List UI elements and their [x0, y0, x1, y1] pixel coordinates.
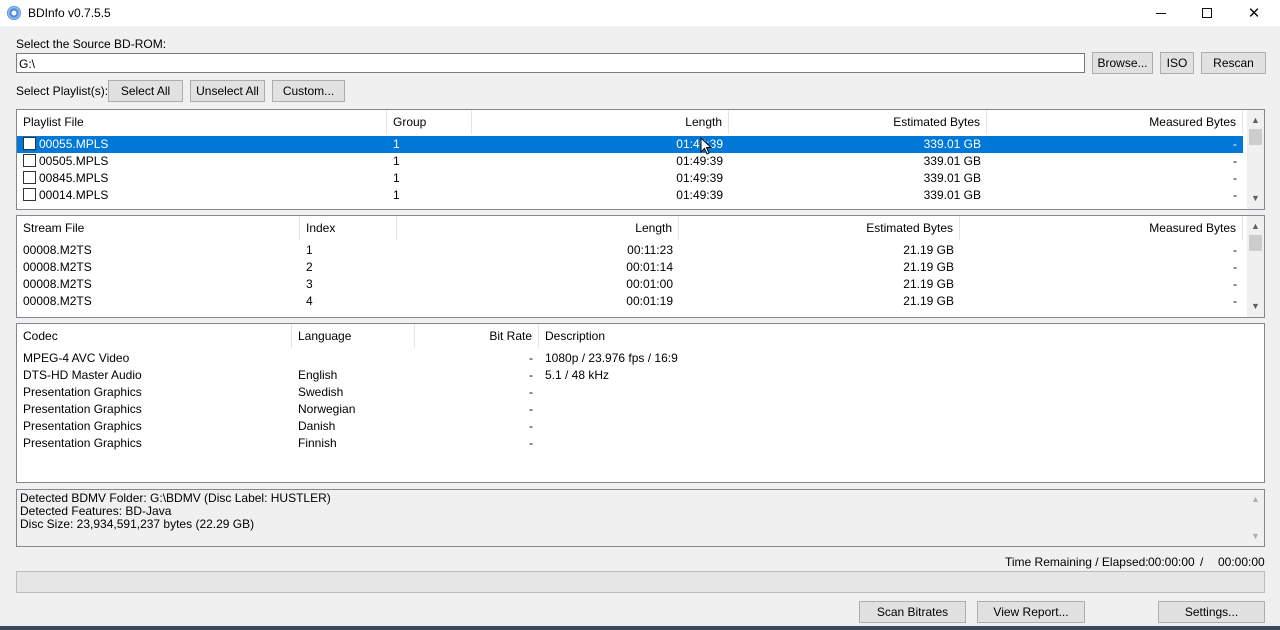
playlist-label: Select Playlist(s):	[16, 84, 109, 98]
maximize-icon	[1202, 8, 1212, 18]
stream-rows: 00008.M2TS 1 00:11:23 21.19 GB - 00008.M…	[17, 242, 1243, 310]
view-report-button[interactable]: View Report...	[977, 601, 1085, 623]
close-icon: ✕	[1247, 5, 1261, 22]
scroll-thumb[interactable]	[1249, 235, 1262, 251]
minimize-button[interactable]	[1138, 0, 1184, 26]
cursor-icon	[700, 137, 712, 155]
col-playlist-file[interactable]: Playlist File	[17, 110, 387, 134]
checkbox[interactable]	[23, 137, 36, 151]
close-button[interactable]: ✕	[1231, 0, 1277, 26]
scroll-up-icon[interactable]: ▲	[1247, 218, 1264, 235]
disc-icon	[7, 6, 21, 20]
col-stream-file[interactable]: Stream File	[17, 216, 300, 240]
col-index[interactable]: Index	[300, 216, 397, 240]
playlist-scrollbar[interactable]: ▲ ▼	[1247, 110, 1264, 209]
scroll-down-icon[interactable]: ▼	[1247, 528, 1264, 545]
report-log[interactable]: Detected BDMV Folder: G:\BDMV (Disc Labe…	[16, 489, 1265, 547]
custom-button[interactable]: Custom...	[272, 80, 345, 102]
rescan-button[interactable]: Rescan	[1201, 52, 1266, 74]
table-row[interactable]: MPEG-4 AVC Video - 1080p / 23.976 fps / …	[17, 350, 1039, 367]
table-row[interactable]: 00008.M2TS 3 00:01:00 21.19 GB -	[17, 276, 1243, 293]
table-row[interactable]: 00055.MPLS 1 01:49:39 339.01 GB -	[17, 136, 1243, 153]
table-row[interactable]: 00014.MPLS 1 01:49:39 339.01 GB -	[17, 187, 1243, 204]
table-row[interactable]: 00845.MPLS 1 01:49:39 339.01 GB -	[17, 170, 1243, 187]
minimize-icon	[1156, 12, 1166, 14]
scroll-down-icon[interactable]: ▼	[1247, 190, 1264, 207]
time-elapsed: 00:00:00	[1218, 555, 1265, 569]
playlist-list[interactable]: Playlist File Group Length Estimated Byt…	[16, 109, 1265, 210]
time-label: Time Remaining / Elapsed:	[1005, 555, 1149, 569]
col-length[interactable]: Length	[472, 110, 729, 134]
settings-button[interactable]: Settings...	[1158, 601, 1265, 623]
col-group[interactable]: Group	[387, 110, 472, 134]
col-language[interactable]: Language	[292, 324, 415, 348]
playlist-header: Playlist File Group Length Estimated Byt…	[17, 110, 1243, 134]
scan-bitrates-button[interactable]: Scan Bitrates	[859, 601, 966, 623]
col-description[interactable]: Description	[539, 324, 1039, 348]
scroll-down-icon[interactable]: ▼	[1247, 298, 1264, 315]
progress-bar	[16, 571, 1265, 593]
log-line: Disc Size: 23,934,591,237 bytes (22.29 G…	[20, 517, 255, 531]
taskbar-edge	[0, 626, 1280, 630]
stream-header: Stream File Index Length Estimated Bytes…	[17, 216, 1243, 240]
table-row[interactable]: 00008.M2TS 4 00:01:19 21.19 GB -	[17, 293, 1243, 310]
window-title: BDInfo v0.7.5.5	[28, 6, 111, 20]
table-row[interactable]: 00008.M2TS 1 00:11:23 21.19 GB -	[17, 242, 1243, 259]
iso-button[interactable]: ISO	[1160, 52, 1194, 74]
checkbox[interactable]	[23, 171, 36, 185]
scroll-thumb[interactable]	[1249, 129, 1262, 145]
log-scrollbar[interactable]: ▲ ▼	[1247, 490, 1264, 546]
col-codec[interactable]: Codec	[17, 324, 292, 348]
table-row[interactable]: DTS-HD Master Audio English - 5.1 / 48 k…	[17, 367, 1039, 384]
time-remaining: 00:00:00	[1148, 555, 1195, 569]
col-estimated-bytes[interactable]: Estimated Bytes	[729, 110, 987, 134]
codec-header: Codec Language Bit Rate Description	[17, 324, 1039, 348]
table-row[interactable]: 00505.MPLS 1 01:49:39 339.01 GB -	[17, 153, 1243, 170]
stream-list[interactable]: Stream File Index Length Estimated Bytes…	[16, 215, 1265, 318]
browse-button[interactable]: Browse...	[1092, 52, 1153, 74]
codec-list[interactable]: Codec Language Bit Rate Description MPEG…	[16, 323, 1265, 483]
codec-rows: MPEG-4 AVC Video - 1080p / 23.976 fps / …	[17, 350, 1039, 452]
scroll-up-icon[interactable]: ▲	[1247, 491, 1264, 508]
select-all-button[interactable]: Select All	[108, 80, 183, 102]
table-row[interactable]: Presentation Graphics Swedish -	[17, 384, 1039, 401]
checkbox[interactable]	[23, 154, 36, 168]
table-row[interactable]: Presentation Graphics Finnish -	[17, 435, 1039, 452]
maximize-button[interactable]	[1184, 0, 1230, 26]
title-bar: BDInfo v0.7.5.5 ✕	[0, 0, 1280, 26]
source-path-input[interactable]: G:\	[16, 53, 1085, 73]
stream-scrollbar[interactable]: ▲ ▼	[1247, 216, 1264, 317]
col-stream-length[interactable]: Length	[397, 216, 679, 240]
log-line: Detected BDMV Folder: G:\BDMV (Disc Labe…	[20, 491, 331, 505]
col-stream-measured[interactable]: Measured Bytes	[960, 216, 1243, 240]
col-bit-rate[interactable]: Bit Rate	[415, 324, 539, 348]
table-row[interactable]: 00008.M2TS 2 00:01:14 21.19 GB -	[17, 259, 1243, 276]
time-separator: /	[1200, 555, 1204, 569]
source-label: Select the Source BD-ROM:	[16, 37, 167, 51]
playlist-rows: 00055.MPLS 1 01:49:39 339.01 GB - 00505.…	[17, 136, 1243, 204]
table-row[interactable]: Presentation Graphics Norwegian -	[17, 401, 1039, 418]
checkbox[interactable]	[23, 188, 36, 202]
table-row[interactable]: Presentation Graphics Danish -	[17, 418, 1039, 435]
unselect-all-button[interactable]: Unselect All	[190, 80, 265, 102]
scroll-up-icon[interactable]: ▲	[1247, 112, 1264, 129]
col-stream-estimated[interactable]: Estimated Bytes	[679, 216, 960, 240]
col-measured-bytes[interactable]: Measured Bytes	[987, 110, 1243, 134]
